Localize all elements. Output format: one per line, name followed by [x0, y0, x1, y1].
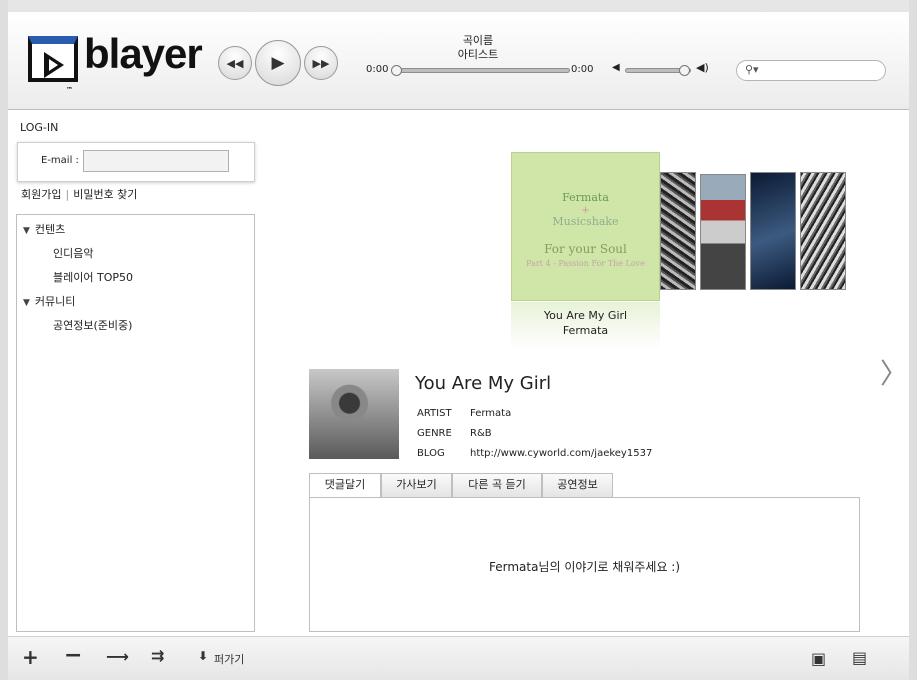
album-cover-side[interactable]	[700, 174, 746, 290]
floppy-icon[interactable]: ▣	[811, 649, 826, 668]
album-cover-side[interactable]	[750, 172, 796, 290]
tree-section-community[interactable]: ▼ 커뮤니티	[23, 293, 75, 309]
blayer-logo[interactable]: blayer ™	[28, 30, 208, 94]
cover-text: For your Soul	[544, 242, 627, 256]
tree-section-contents[interactable]: ▼ 컨텐츠	[23, 221, 65, 237]
comment-panel: Fermata님의 이야기로 채워주세요 :)	[309, 497, 860, 632]
prev-icon: ◀◀	[226, 56, 244, 70]
login-links: 회원가입 | 비밀번호 찾기	[21, 186, 137, 202]
search-icon[interactable]: ⚲▾	[745, 63, 759, 76]
arrow-right-icon[interactable]: ⟶	[106, 647, 129, 666]
cover-caption-artist: Fermata	[562, 324, 609, 337]
tab-other-songs[interactable]: 다른 곡 듣기	[452, 473, 542, 498]
next-button[interactable]: ▶▶	[304, 46, 338, 80]
next-icon: ▶▶	[312, 56, 330, 70]
artist-label: ARTIST	[417, 408, 452, 419]
search-input[interactable]	[765, 63, 877, 78]
album-cover-main[interactable]: Fermata + Musicshake For your Soul Part …	[511, 152, 660, 301]
tree-section-label: 커뮤니티	[34, 295, 76, 308]
tree-item-concert-info[interactable]: 공연정보(준비중)	[53, 317, 132, 333]
minus-icon[interactable]: −	[64, 643, 82, 668]
volume-low-icon[interactable]: ◀	[612, 62, 620, 73]
player-header: blayer ™ ◀◀ ▶ ▶▶ 곡이름 아티스트 0:00 0:00 ◀ ◀)…	[8, 12, 909, 110]
tree-item-indie-music[interactable]: 인디음악	[53, 245, 93, 261]
artist-photo	[309, 369, 399, 459]
signup-link[interactable]: 회원가입	[21, 188, 61, 201]
volume-handle[interactable]	[679, 65, 690, 76]
tab-comments[interactable]: 댓글달기	[309, 473, 381, 499]
blog-link[interactable]: http://www.cyworld.com/jaekey1537	[470, 448, 652, 459]
triangle-down-icon[interactable]: ▼	[23, 298, 30, 308]
triangle-down-icon[interactable]: ▼	[23, 226, 30, 236]
shuffle-icon[interactable]: ⇉	[151, 646, 164, 665]
top-frame	[0, 0, 917, 12]
logo-trademark: ™	[66, 86, 73, 94]
play-icon: ▶	[271, 53, 285, 73]
play-button[interactable]: ▶	[255, 40, 301, 86]
logo-screen-icon	[28, 36, 78, 82]
bottom-toolbar: + − ⟶ ⇉ ⬇ 퍼가기 ▣ ▤	[8, 636, 909, 680]
volume-slider[interactable]	[625, 65, 691, 76]
right-frame	[909, 0, 917, 680]
chevron-right-icon[interactable]: 〉	[880, 352, 908, 392]
cover-caption: You Are My Girl Fermata	[511, 308, 660, 338]
email-label: E-mail :	[41, 155, 79, 166]
song-title: You Are My Girl	[415, 373, 552, 394]
comment-placeholder-text: Fermata님의 이야기로 채워주세요 :)	[488, 560, 681, 574]
login-box: E-mail :	[17, 142, 255, 182]
time-current: 0:00	[366, 64, 389, 75]
cover-caption-title: You Are My Girl	[543, 309, 628, 322]
scrap-button[interactable]: 퍼가기	[214, 651, 244, 667]
cover-text: Part 4 - Passion For The Love	[526, 259, 645, 268]
time-total: 0:00	[571, 64, 594, 75]
tree-section-label: 컨텐츠	[34, 223, 66, 236]
track-artist: 아티스트	[457, 48, 499, 61]
genre-value: R&B	[470, 428, 492, 439]
seek-bar[interactable]	[391, 65, 570, 76]
download-icon[interactable]: ⬇	[198, 649, 208, 663]
logo-text: blayer	[84, 30, 203, 77]
left-frame	[0, 0, 8, 680]
email-field[interactable]	[83, 150, 229, 172]
tab-concert-info[interactable]: 공연정보	[542, 473, 613, 498]
search-box[interactable]: ⚲▾	[736, 60, 886, 81]
login-title: LOG-IN	[20, 121, 59, 134]
blog-label: BLOG	[417, 448, 445, 459]
previous-button[interactable]: ◀◀	[218, 46, 252, 80]
album-cover-side[interactable]	[660, 172, 696, 290]
album-cover-side[interactable]	[800, 172, 846, 290]
find-password-link[interactable]: 비밀번호 찾기	[73, 188, 137, 201]
now-playing: 곡이름 아티스트	[403, 34, 553, 62]
volume-high-icon[interactable]: ◀)	[696, 61, 709, 74]
seek-handle[interactable]	[391, 65, 402, 76]
category-tree: ▼ 컨텐츠 인디음악 블레이어 TOP50 ▼ 커뮤니티 공연정보(준비중)	[16, 214, 255, 632]
genre-label: GENRE	[417, 428, 452, 439]
artist-value: Fermata	[470, 408, 512, 419]
cover-text: Fermata	[562, 191, 609, 204]
link-separator: |	[65, 188, 70, 201]
trash-icon[interactable]: ▤	[852, 648, 867, 667]
cover-text: Musicshake	[552, 215, 619, 228]
tree-item-top50[interactable]: 블레이어 TOP50	[53, 269, 133, 285]
track-title: 곡이름	[462, 34, 494, 47]
tab-lyrics[interactable]: 가사보기	[381, 473, 452, 498]
plus-icon[interactable]: +	[22, 645, 39, 669]
